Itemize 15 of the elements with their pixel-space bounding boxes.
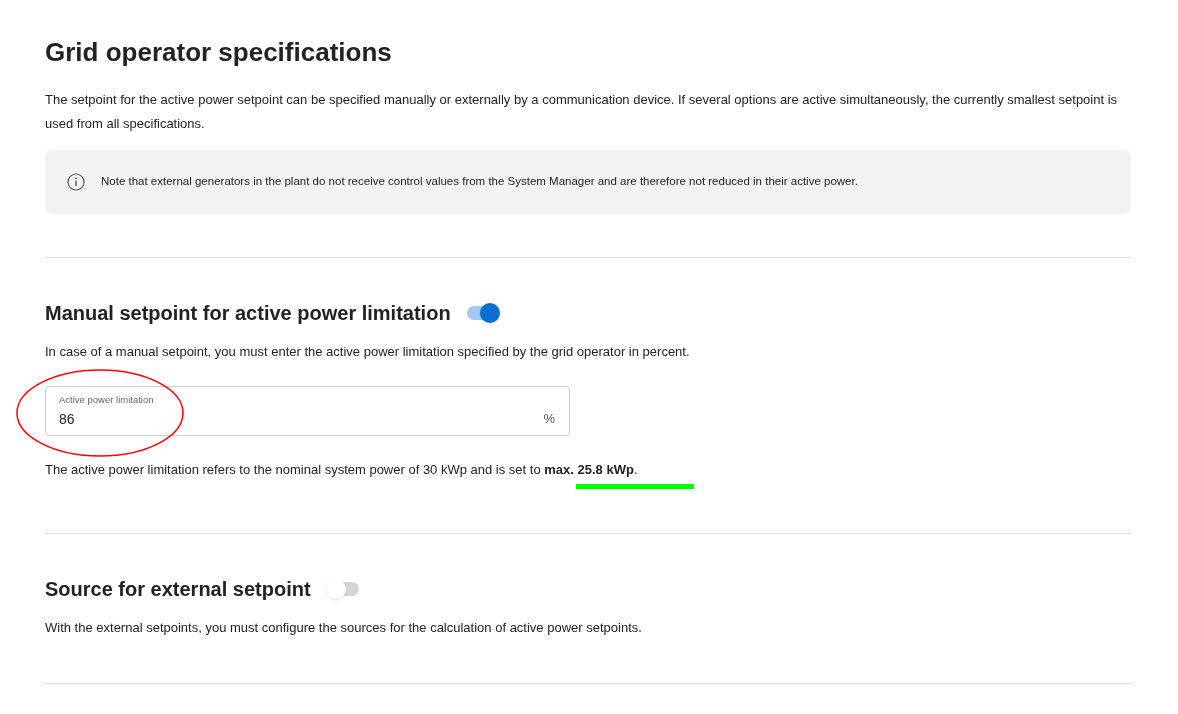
info-icon — [67, 173, 85, 191]
toggle-switch[interactable] — [466, 306, 499, 320]
section-description: In case of a manual setpoint, you must enter the active power limitation specified by the grid operator in percent. — [45, 343, 691, 361]
toggle-switch[interactable] — [326, 582, 359, 596]
result-text: The active power limitation refers to the nominal system power of 30 kWp and is set to max. 25.8 kWp. — [45, 460, 639, 479]
input-field[interactable]: Active power limitation 86 % — [45, 385, 570, 436]
unit-label: % — [543, 409, 555, 428]
page-title: Grid operator specifications — [45, 36, 393, 69]
field-label: Active power limitation — [59, 393, 155, 406]
section-heading: Manual setpoint for active power limitation — [45, 301, 451, 326]
section-heading: Source for external setpoint — [45, 577, 311, 602]
note-text: Note that external generators in the plant do not receive control values from the System Manager and are therefore not reduced in their active power. — [101, 174, 858, 190]
field-value: 86 — [59, 409, 75, 429]
section-description: With the external setpoints, you must configure the sources for the calculation of active power setpoints. — [45, 619, 643, 637]
intro-text: The setpoint for the active power setpoint can be specified manually or externally by a communication device. If several options are active simultaneously, the currently smallest setpoint is used from all specifications. — [45, 91, 1119, 133]
